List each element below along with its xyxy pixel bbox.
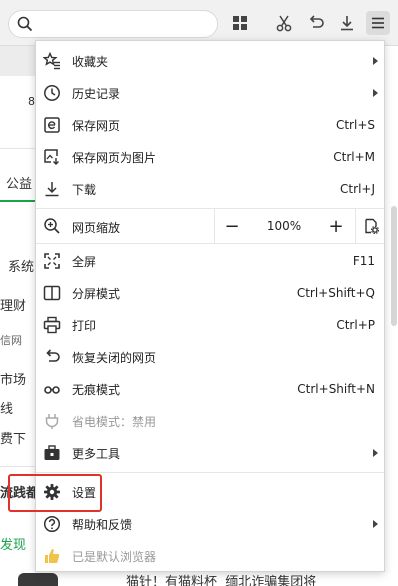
- zoom-settings-icon[interactable]: [356, 209, 385, 243]
- incognito-icon: [43, 380, 61, 398]
- thumbnail[interactable]: [18, 573, 58, 586]
- split-screen-icon: [43, 284, 61, 302]
- menu-separator: [36, 472, 384, 473]
- print-icon: [43, 316, 61, 334]
- restore-icon: [43, 348, 61, 366]
- menu-item-favorites[interactable]: 收藏夹: [36, 45, 384, 77]
- divider: [0, 148, 35, 149]
- menu-separator: [36, 243, 384, 244]
- page-text-1: 8: [28, 95, 35, 108]
- fullscreen-icon: [43, 252, 61, 270]
- save-page-icon: [43, 116, 61, 134]
- shortcut-text: Ctrl+Shift+Q: [296, 286, 375, 300]
- news-headline[interactable]: 猫针！有猫料杯 缅北诈骗集团将: [126, 571, 316, 586]
- menu-item-print[interactable]: 打印 Ctrl+P: [36, 309, 384, 341]
- download-icon[interactable]: [336, 12, 358, 34]
- tab-underline: [0, 200, 35, 232]
- menu-item-help-feedback[interactable]: 帮助和反馈: [36, 508, 384, 540]
- submenu-arrow-icon: [373, 449, 378, 457]
- scissors-icon[interactable]: [273, 12, 295, 34]
- shortcut-text: Ctrl+Shift+N: [297, 382, 375, 396]
- save-image-icon: [43, 148, 61, 166]
- menu-item-history[interactable]: 历史记录: [36, 77, 384, 109]
- undo-icon[interactable]: [305, 12, 327, 34]
- thumbs-up-icon: [43, 547, 61, 565]
- clock-icon: [43, 84, 61, 102]
- search-icon: [17, 16, 33, 32]
- page-text-3[interactable]: 系统: [8, 256, 34, 275]
- menu-item-incognito[interactable]: 无痕模式 Ctrl+Shift+N: [36, 373, 384, 405]
- power-plug-icon: [43, 412, 61, 430]
- page-banner: [0, 46, 35, 76]
- help-icon: [43, 515, 61, 533]
- menu-item-save-page[interactable]: 保存网页 Ctrl+S: [36, 109, 384, 141]
- submenu-arrow-icon: [373, 520, 378, 528]
- shortcut-text: Ctrl+S: [335, 118, 375, 132]
- shortcut-text: Ctrl+M: [333, 150, 375, 164]
- page-text-5[interactable]: 信网: [0, 332, 22, 348]
- zoom-icon: [43, 217, 61, 235]
- menu-item-label: 收藏夹: [72, 54, 109, 69]
- download-icon: [43, 180, 61, 198]
- page-scrollbar[interactable]: [384, 46, 398, 586]
- scrollbar-thumb[interactable]: [391, 206, 397, 326]
- menu-item-label: 历史记录: [72, 86, 121, 101]
- menu-item-label: 全屏: [72, 254, 97, 269]
- menu-item-label: 保存网页为图片: [72, 150, 157, 165]
- submenu-arrow-icon: [373, 89, 378, 97]
- zoom-control: − 100% +: [214, 209, 384, 243]
- toolbox-icon: [43, 444, 61, 462]
- menu-item-label: 下载: [72, 182, 97, 197]
- page-text-8[interactable]: 费下: [0, 428, 26, 447]
- menu-item-reopen-closed[interactable]: 恢复关闭的网页: [36, 341, 384, 373]
- menu-item-split-screen[interactable]: 分屏模式 Ctrl+Shift+Q: [36, 277, 384, 309]
- shortcut-text: Ctrl+J: [340, 182, 375, 196]
- menu-item-label: 更多工具: [72, 446, 121, 461]
- menu-item-default-browser: 已是默认浏览器: [36, 540, 384, 572]
- menu-item-zoom: 网页缩放 − 100% +: [36, 209, 384, 243]
- shortcut-text: Ctrl+P: [336, 318, 375, 332]
- menu-item-more-tools[interactable]: 更多工具: [36, 437, 384, 469]
- menu-item-downloads[interactable]: 下载 Ctrl+J: [36, 173, 384, 205]
- menu-item-label: 省电模式：禁用: [72, 414, 157, 429]
- page-text-10[interactable]: 发现: [0, 534, 26, 553]
- menu-item-power-saving: 省电模式：禁用: [36, 405, 384, 437]
- main-menu-icon[interactable]: [366, 11, 390, 35]
- divider: [0, 466, 35, 467]
- menu-item-label: 打印: [72, 318, 97, 333]
- menu-item-label: 保存网页: [72, 118, 121, 133]
- zoom-level: 100%: [266, 219, 302, 233]
- star-list-icon: [43, 52, 61, 70]
- page-text-2[interactable]: 公益: [6, 173, 32, 192]
- menu-item-fullscreen[interactable]: 全屏 F11: [36, 245, 384, 277]
- apps-grid-icon[interactable]: [229, 12, 251, 34]
- menu-item-label: 恢复关闭的网页: [72, 350, 157, 365]
- menu-item-label: 分屏模式: [72, 286, 121, 301]
- shortcut-text: F11: [352, 254, 375, 268]
- menu-item-label: 无痕模式: [72, 382, 121, 397]
- menu-item-save-as-image[interactable]: 保存网页为图片 Ctrl+M: [36, 141, 384, 173]
- page-text-4[interactable]: 理财: [0, 295, 26, 314]
- zoom-out-button[interactable]: −: [215, 209, 249, 243]
- address-bar[interactable]: [8, 10, 218, 38]
- menu-item-label: 已是默认浏览器: [72, 549, 157, 564]
- menu-item-label: 帮助和反馈: [72, 517, 133, 532]
- page-text-7[interactable]: 线: [0, 398, 13, 417]
- zoom-label: 网页缩放: [72, 221, 121, 235]
- zoom-in-button[interactable]: +: [319, 209, 353, 243]
- settings-highlight-box: [8, 474, 102, 512]
- page-text-6[interactable]: 市场: [0, 369, 26, 388]
- submenu-arrow-icon: [373, 57, 378, 65]
